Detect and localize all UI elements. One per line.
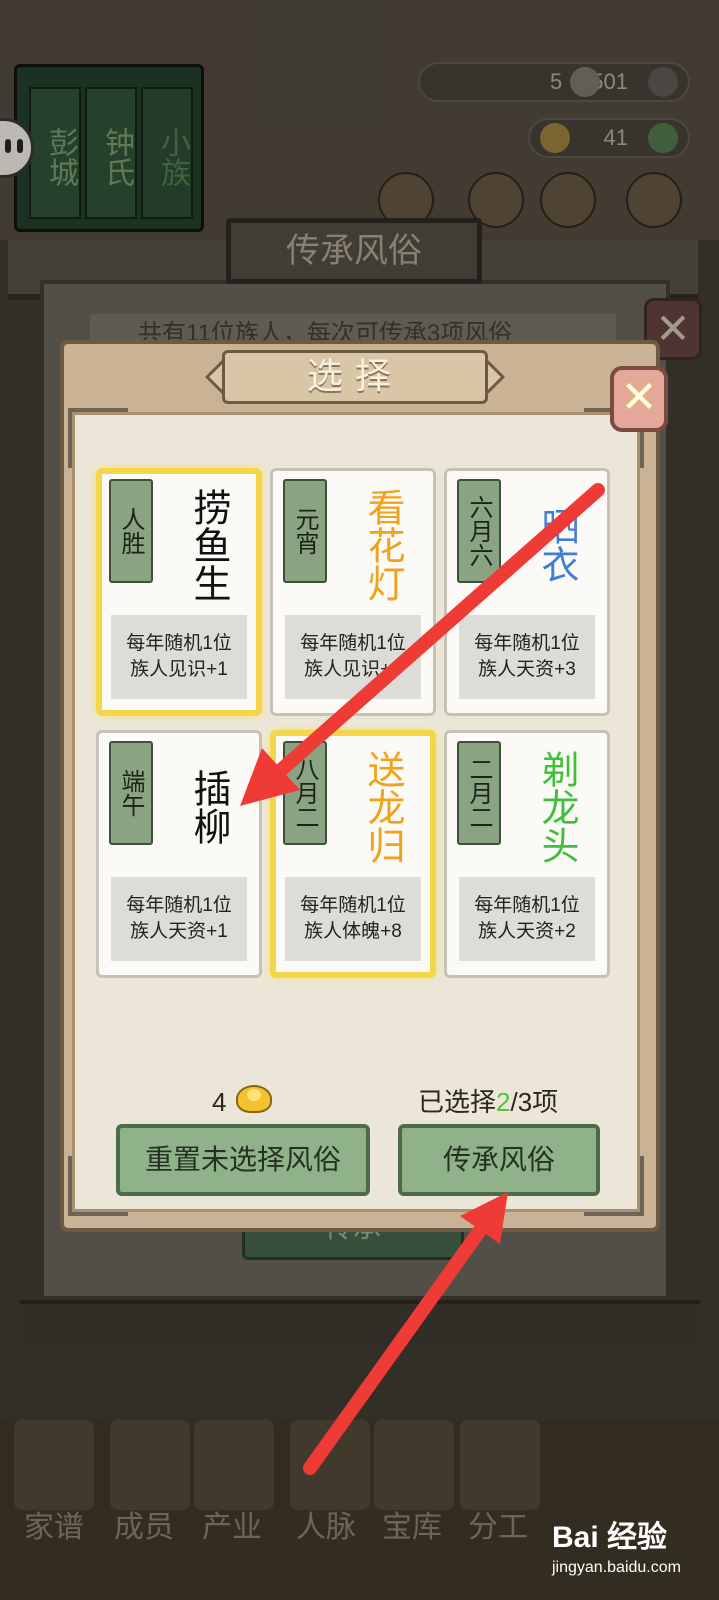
watermark-url: jingyan.baidu.com xyxy=(552,1559,681,1576)
custom-name: 看花灯 xyxy=(361,488,405,602)
effect-line-2: 族人天资+2 xyxy=(478,921,576,942)
custom-name: 送龙归 xyxy=(361,750,405,864)
effect-line-1: 每年随机1位 xyxy=(474,633,580,654)
effect-line-1: 每年随机1位 xyxy=(474,895,580,916)
festival-tag: 元宵 xyxy=(283,479,327,583)
watermark-brand: Bai 经验 xyxy=(552,1521,668,1554)
effect-line-2: 族人天资+3 xyxy=(478,659,576,680)
custom-card-tilongtou[interactable]: 二月二 剃龙头 每年随机1位 族人天资+2 xyxy=(444,730,610,978)
effect-line-2: 族人见识+1 xyxy=(130,659,228,680)
custom-effect: 每年随机1位 族人天资+3 xyxy=(459,615,595,699)
selected-count-label: 已选择2/3项 xyxy=(418,1082,558,1122)
custom-name: 捞鱼生 xyxy=(187,488,231,602)
custom-card-shaiyi[interactable]: 六月六 晒衣 每年随机1位 族人天资+3 xyxy=(444,468,610,716)
dialog-title: 选择 xyxy=(222,350,488,404)
inherit-customs-button[interactable]: 传承风俗 xyxy=(398,1124,600,1196)
custom-effect: 每年随机1位 族人见识+1 xyxy=(111,615,247,699)
custom-card-songlonggui[interactable]: 八月二 送龙归 每年随机1位 族人体魄+8 xyxy=(270,730,436,978)
custom-effect: 每年随机1位 族人天资+2 xyxy=(459,877,595,961)
custom-card-laoyusheng[interactable]: 人胜 捞鱼生 每年随机1位 族人见识+1 xyxy=(96,468,262,716)
selected-prefix: 已选择 xyxy=(418,1087,497,1117)
festival-tag: 人胜 xyxy=(109,479,153,583)
effect-line-2: 族人天资+1 xyxy=(130,921,228,942)
festival-tag: 六月六 xyxy=(457,479,501,583)
effect-line-1: 每年随机1位 xyxy=(126,633,232,654)
festival-tag: 八月二 xyxy=(283,741,327,845)
custom-card-chaliu[interactable]: 端午 插柳 每年随机1位 族人天资+1 xyxy=(96,730,262,978)
baidu-watermark: Bai 经验 jingyan.baidu.com xyxy=(552,1518,712,1588)
effect-line-1: 每年随机1位 xyxy=(300,895,406,916)
selected-suffix: /3项 xyxy=(510,1087,559,1117)
custom-name: 插柳 xyxy=(187,769,231,845)
custom-name: 剃龙头 xyxy=(535,750,579,864)
selected-count: 2 xyxy=(496,1087,511,1117)
custom-card-kanhuadeng[interactable]: 元宵 看花灯 每年随机1位 族人见识+8 xyxy=(270,468,436,716)
effect-line-1: 每年随机1位 xyxy=(126,895,232,916)
custom-name: 晒衣 xyxy=(535,507,579,583)
festival-tag: 端午 xyxy=(109,741,153,845)
effect-line-2: 族人见识+8 xyxy=(304,659,402,680)
reset-unselected-button[interactable]: 重置未选择风俗 xyxy=(116,1124,370,1196)
frame-corner xyxy=(68,408,128,468)
close-icon[interactable]: ✕ xyxy=(610,366,668,432)
custom-effect: 每年随机1位 族人天资+1 xyxy=(111,877,247,961)
effect-line-2: 族人体魄+8 xyxy=(304,921,402,942)
custom-effect: 每年随机1位 族人见识+8 xyxy=(285,615,421,699)
festival-tag: 二月二 xyxy=(457,741,501,845)
effect-line-1: 每年随机1位 xyxy=(300,633,406,654)
reset-cost: 4 xyxy=(212,1087,227,1117)
gold-ingot-icon xyxy=(236,1085,272,1113)
custom-effect: 每年随机1位 族人体魄+8 xyxy=(285,877,421,961)
